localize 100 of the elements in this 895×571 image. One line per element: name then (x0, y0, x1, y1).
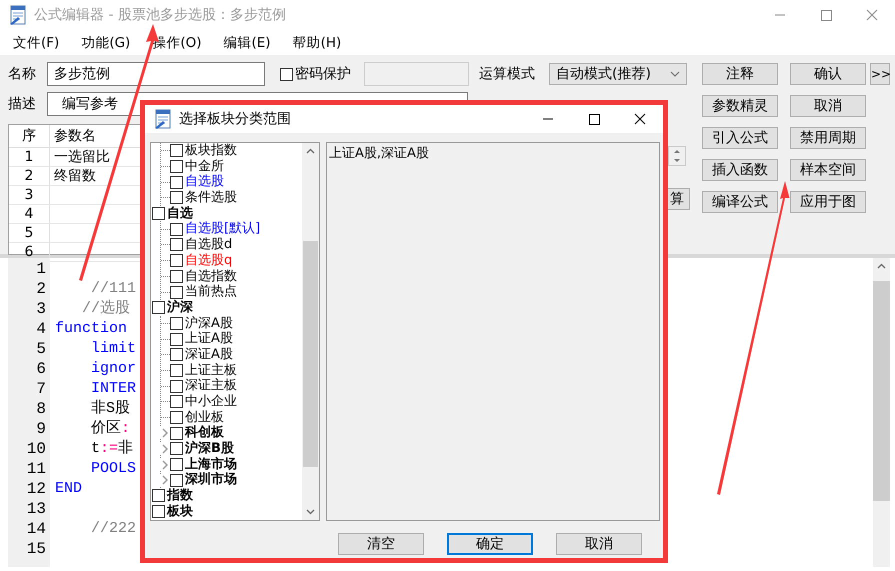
tree-item[interactable]: 条件选股 (185, 190, 237, 206)
checkbox[interactable] (152, 505, 165, 518)
checkbox[interactable] (170, 254, 183, 268)
checkbox[interactable] (152, 207, 165, 220)
tree-item[interactable]: 深证A股 (185, 346, 233, 363)
line-number: 15 (26, 539, 47, 559)
selection-text: 上证A股,深证A股 (329, 146, 429, 161)
checkbox[interactable] (170, 316, 183, 330)
tree-item[interactable]: 当前热点 (185, 284, 237, 300)
tree-item[interactable]: 板块 (167, 504, 193, 520)
column-header: 参数名 (53, 127, 96, 146)
checkbox[interactable] (170, 380, 183, 393)
menu-item[interactable]: 编辑(E) (212, 34, 282, 52)
code-line: limit (90, 339, 136, 359)
checkbox[interactable] (170, 348, 183, 362)
line-number: 10 (26, 439, 47, 459)
checkbox[interactable] (170, 176, 183, 189)
action-button[interactable]: 编译公式 (702, 191, 778, 213)
menu-item[interactable]: 帮助(H) (282, 34, 352, 52)
scrollbar[interactable] (302, 143, 319, 520)
password-field[interactable] (364, 62, 469, 86)
checkbox[interactable] (170, 332, 183, 346)
checkbox[interactable] (152, 301, 165, 314)
tree-item[interactable]: 沪深B股 (185, 441, 234, 457)
tree-item[interactable]: 深圳市场 (185, 472, 237, 488)
action-button[interactable]: 插入函数 (702, 159, 778, 181)
action-button[interactable]: 参数精灵 (702, 95, 778, 117)
tree-item[interactable]: 自选股q (185, 252, 232, 269)
checkbox[interactable] (170, 458, 183, 472)
tree-item[interactable]: 自选股d (185, 237, 232, 253)
menu-item[interactable]: 文件(F) (2, 34, 70, 52)
line-number: 11 (26, 459, 47, 479)
checkbox[interactable] (170, 474, 183, 487)
action-button[interactable]: 样本空间 (790, 159, 866, 181)
app-icon (153, 109, 173, 129)
tree-item[interactable]: 自选股[默认] (185, 221, 260, 238)
checkbox[interactable] (152, 489, 165, 502)
line-number: 9 (35, 419, 47, 439)
action-button[interactable]: 禁用周期 (790, 127, 866, 149)
dialog-button[interactable]: 清空 (338, 533, 424, 555)
tree-item[interactable]: 上证主板 (185, 362, 237, 378)
checkbox[interactable] (170, 442, 183, 456)
table-cell: 2 (9, 167, 50, 185)
action-button[interactable]: 注释 (702, 63, 778, 85)
tree-item[interactable]: 上海市场 (185, 456, 237, 472)
line-number: 5 (35, 339, 47, 359)
action-button[interactable]: 应用于图 (790, 191, 866, 213)
checkbox[interactable] (170, 395, 183, 408)
checkbox[interactable] (170, 411, 183, 424)
code-line: ignor (90, 359, 136, 379)
dialog-title: 选择板块分类范围 (179, 110, 291, 128)
checkbox[interactable] (170, 238, 183, 252)
tree-item[interactable]: 自选股 (185, 174, 224, 190)
code-line: //选股 (81, 299, 130, 319)
tree-item[interactable]: 自选 (167, 206, 193, 222)
line-number: 14 (26, 519, 47, 539)
checkbox[interactable] (170, 286, 183, 299)
tree-item[interactable]: 上证A股 (185, 331, 233, 347)
spin-control[interactable] (668, 146, 686, 166)
checkbox[interactable] (170, 364, 183, 377)
checkbox[interactable] (280, 68, 293, 80)
code-line: function (55, 319, 128, 339)
menu-item[interactable]: 功能(G) (70, 34, 142, 52)
dialog-button[interactable]: 取消 (556, 533, 642, 555)
table-cell-text: 终留数 (53, 167, 96, 185)
tree-item[interactable]: 中金所 (185, 158, 224, 174)
action-button[interactable]: 确认 (790, 63, 866, 85)
scrollbar[interactable] (873, 258, 890, 567)
action-button[interactable]: 引入公式 (702, 127, 778, 149)
field-label: 运算模式 (479, 65, 536, 83)
caret-icon[interactable] (670, 71, 680, 77)
mode-dropdown[interactable]: 自动模式(推荐) (549, 63, 687, 85)
checkbox[interactable] (170, 222, 183, 236)
checkbox[interactable] (170, 160, 183, 174)
code-line: //111 (90, 279, 136, 299)
window-title: 公式编辑器 - 股票池多步选股：多步范例 (34, 6, 286, 24)
checkbox[interactable] (170, 144, 183, 158)
expand-button[interactable]: >> (870, 63, 890, 85)
tree-item[interactable]: 创业板 (185, 410, 224, 426)
tree-item[interactable]: 板块指数 (185, 143, 237, 159)
action-button[interactable]: 取消 (790, 95, 866, 117)
tree-item[interactable]: 沪深A股 (185, 316, 233, 332)
checkbox[interactable] (170, 426, 183, 440)
tree-item[interactable]: 科创板 (185, 425, 224, 442)
tree-item[interactable]: 中小企业 (185, 394, 237, 410)
tree-item[interactable]: 指数 (167, 488, 193, 504)
code-line: POOLS (90, 459, 136, 479)
line-number: 2 (35, 279, 47, 299)
tree-item[interactable]: 沪深 (167, 300, 193, 316)
code-line: 价区: (90, 419, 130, 439)
checkbox[interactable] (170, 191, 183, 204)
tree-item[interactable]: 自选指数 (185, 268, 237, 284)
tree-item[interactable]: 深证主板 (185, 378, 237, 394)
code-line: END (55, 479, 82, 499)
checkbox[interactable] (170, 270, 183, 283)
dialog-button[interactable]: 确定 (447, 533, 533, 555)
name-field[interactable]: 多步范例 (47, 62, 265, 86)
selection-box[interactable]: 上证A股,深证A股 (326, 142, 660, 521)
app-icon (8, 5, 28, 25)
code-line: 非S股 (90, 399, 130, 419)
